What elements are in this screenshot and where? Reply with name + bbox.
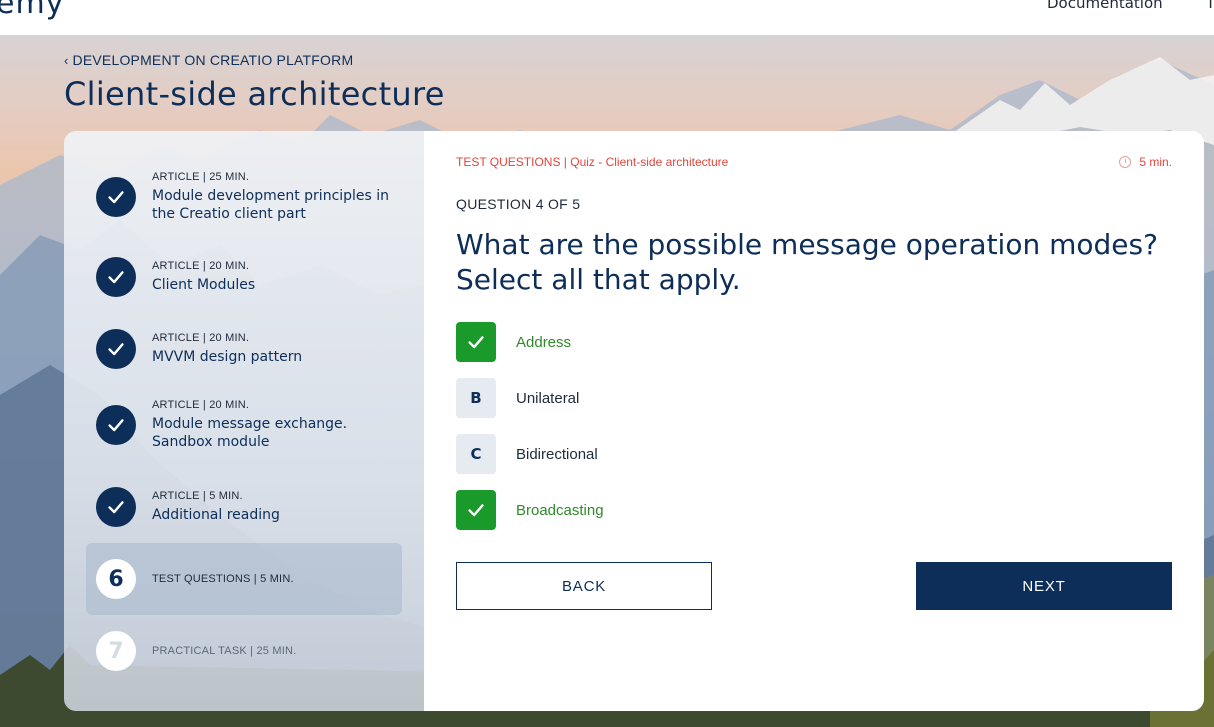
chevron-left-icon: ‹ (64, 52, 69, 68)
answer-option-broadcasting[interactable]: Broadcasting (456, 490, 604, 530)
duration-indicator: 5 min. (1119, 155, 1172, 169)
answer-option-address[interactable]: Address (456, 322, 571, 362)
sidebar-item-meta: ARTICLE | 25 MIN. (152, 171, 250, 183)
breadcrumb-link[interactable]: ‹ DEVELOPMENT ON CREATIO PLATFORM (64, 52, 353, 68)
sidebar-item-practical-task[interactable]: 7 PRACTICAL TASK | 25 MIN. (86, 631, 402, 671)
nav-documentation-link[interactable]: Documentation (1047, 0, 1163, 12)
answer-option-label: Broadcasting (516, 501, 604, 519)
next-button[interactable]: NEXT (916, 562, 1172, 610)
completed-check-icon (96, 405, 136, 445)
sidebar-item-meta: TEST QUESTIONS | 5 MIN. (152, 573, 294, 585)
sidebar-item-module-development[interactable]: ARTICLE | 25 MIN. Module development pri… (86, 171, 402, 223)
answer-letter-box[interactable]: C (456, 434, 496, 474)
step-number-badge: 7 (96, 631, 136, 671)
answer-letter-box[interactable]: B (456, 378, 496, 418)
sidebar-item-meta: ARTICLE | 5 MIN. (152, 490, 243, 502)
site-logo[interactable]: emy (0, 0, 64, 21)
checkbox-checked[interactable] (456, 322, 496, 362)
sidebar-item-title: Client Modules (152, 277, 256, 293)
top-navigation-bar: emy Documentation T (0, 0, 1214, 35)
nav-next-link[interactable]: T (1206, 0, 1214, 12)
answer-option-label: Address (516, 333, 572, 351)
completed-check-icon (96, 257, 136, 297)
lesson-sidebar: ARTICLE | 25 MIN. Module development pri… (64, 131, 424, 711)
sidebar-item-meta: PRACTICAL TASK | 25 MIN. (152, 645, 297, 657)
question-text: What are the possible message operation … (456, 228, 1158, 296)
answer-option-label: Bidirectional (516, 445, 598, 463)
step-number-badge: 6 (96, 559, 136, 599)
sidebar-item-title: MVVM design pattern (152, 349, 303, 365)
sidebar-item-mvvm[interactable]: ARTICLE | 20 MIN. MVVM design pattern (86, 329, 402, 369)
answer-option-unilateral[interactable]: B Unilateral (456, 378, 579, 418)
sidebar-item-meta: ARTICLE | 20 MIN. (152, 332, 250, 344)
sidebar-item-title: Additional reading (152, 507, 280, 523)
clock-icon (1119, 156, 1132, 168)
breadcrumb-label: DEVELOPMENT ON CREATIO PLATFORM (72, 52, 354, 68)
question-counter: QUESTION 4 OF 5 (456, 196, 581, 212)
page-title: Client-side architecture (64, 75, 445, 113)
sidebar-item-meta: ARTICLE | 20 MIN. (152, 399, 250, 411)
duration-label: 5 min. (1139, 155, 1172, 169)
sidebar-item-meta: ARTICLE | 20 MIN. (152, 260, 250, 272)
sidebar-item-message-exchange[interactable]: ARTICLE | 20 MIN. Module message exchang… (86, 399, 402, 451)
check-icon (468, 504, 484, 517)
sidebar-item-client-modules[interactable]: ARTICLE | 20 MIN. Client Modules (86, 257, 402, 297)
sidebar-item-title: Module message exchange. Sandbox module (152, 416, 348, 450)
answer-option-bidirectional[interactable]: C Bidirectional (456, 434, 598, 474)
sidebar-item-test-questions[interactable]: 6 TEST QUESTIONS | 5 MIN. (86, 543, 402, 615)
back-button[interactable]: BACK (456, 562, 712, 610)
quiz-panel: TEST QUESTIONS | Quiz - Client-side arch… (424, 131, 1204, 711)
completed-check-icon (96, 487, 136, 527)
sidebar-item-title: Module development principles in the Cre… (152, 188, 390, 222)
sidebar-item-additional-reading[interactable]: ARTICLE | 5 MIN. Additional reading (86, 487, 402, 527)
course-card: ARTICLE | 25 MIN. Module development pri… (64, 131, 1204, 711)
completed-check-icon (96, 177, 136, 217)
answer-option-label: Unilateral (516, 389, 580, 407)
completed-check-icon (96, 329, 136, 369)
quiz-header: TEST QUESTIONS | Quiz - Client-side arch… (456, 155, 729, 169)
check-icon (468, 336, 484, 349)
checkbox-checked[interactable] (456, 490, 496, 530)
